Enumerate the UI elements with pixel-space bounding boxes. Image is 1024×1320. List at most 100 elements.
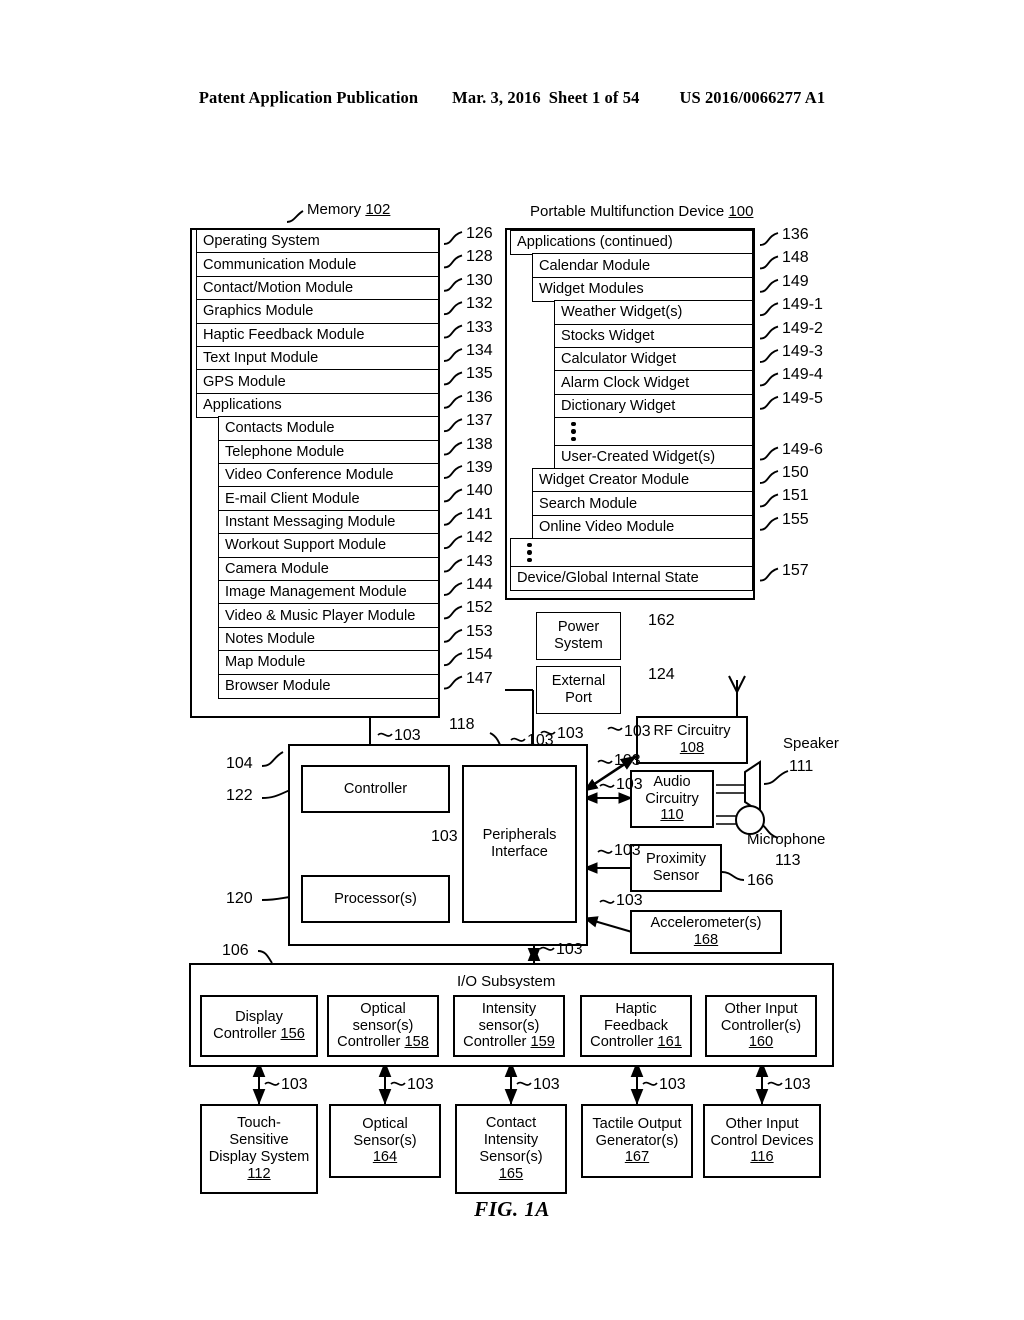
- bus-reference-number: 103: [394, 727, 421, 744]
- io-controller-line: Display: [235, 1009, 283, 1026]
- processors-block: Processor(s): [301, 875, 450, 923]
- bus-reference-number: 103: [614, 842, 641, 859]
- io-controller-line: Haptic: [615, 1000, 657, 1017]
- power-system-line1: Power: [557, 619, 600, 636]
- io-device-ref: 164: [372, 1149, 398, 1166]
- microphone-ref: 113: [775, 852, 801, 869]
- proximity-sensor-line1: Proximity: [646, 851, 706, 868]
- io-device-line: Intensity: [483, 1132, 539, 1149]
- io-device-line: Optical: [362, 1115, 408, 1132]
- io-device-line: Tactile Output: [592, 1115, 682, 1132]
- peripherals-interface-ref: 118: [449, 716, 475, 733]
- io-subsystem-label: I/O Subsystem: [457, 973, 556, 990]
- bus-reference-number: 103: [527, 732, 554, 749]
- peripherals-interface-line1: Peripherals: [482, 827, 557, 844]
- io-device-ref: 165: [498, 1165, 524, 1182]
- proximity-sensor-line2: Sensor: [652, 868, 700, 884]
- io-controller-line: Other Input: [724, 1000, 798, 1017]
- io-device-line: Sensor(s): [479, 1149, 543, 1165]
- power-system-ref: 162: [648, 612, 675, 629]
- io-controller-line: Optical: [360, 1000, 406, 1017]
- io-device-line: Contact: [485, 1115, 537, 1132]
- rf-circuitry-ref: 108: [679, 740, 705, 756]
- rf-circuitry-label: RF Circuitry: [653, 723, 731, 740]
- bus-reference-number: 103: [616, 892, 643, 909]
- io-device-ref: 167: [624, 1149, 650, 1166]
- io-controller-block: Optical sensor(s) Controller 158: [327, 995, 439, 1057]
- io-controller-block: Haptic Feedback Controller 161: [580, 995, 692, 1057]
- proximity-sensor-ref: 166: [747, 872, 774, 889]
- processors-label: Processor(s): [334, 890, 417, 907]
- io-controller-line: Controller: [213, 1026, 277, 1042]
- io-device-block: Tactile Output Generator(s) 167: [581, 1104, 693, 1178]
- io-controller-ref: 158: [404, 1034, 429, 1051]
- bus-reference-number: 103: [624, 723, 651, 740]
- io-controller-line: sensor(s): [352, 1017, 414, 1034]
- external-port-line1: External: [551, 673, 606, 690]
- bus-reference-number: 103: [659, 1076, 686, 1093]
- io-device-block: Optical Sensor(s) 164: [329, 1104, 441, 1178]
- figure-caption: FIG. 1A: [474, 1197, 550, 1221]
- accelerometer-label: Accelerometer(s): [650, 915, 762, 932]
- controller-block: Controller: [301, 765, 450, 813]
- bus-reference-number: 103: [614, 752, 641, 769]
- external-port-ref: 124: [648, 666, 675, 683]
- io-device-line: Generator(s): [595, 1132, 679, 1149]
- io-controller-line: Controller: [590, 1034, 654, 1051]
- io-controller-ref: 161: [657, 1034, 682, 1051]
- io-controller-block: Intensity sensor(s) Controller 159: [453, 995, 565, 1057]
- bus-reference-number: 103: [557, 725, 584, 742]
- io-device-line: Other Input: [725, 1115, 799, 1132]
- bus-reference-number: 103: [784, 1076, 811, 1093]
- io-device-line: Display System: [208, 1149, 310, 1165]
- io-controller-ref: 159: [530, 1034, 555, 1051]
- peripherals-interface-line2: Interface: [491, 844, 548, 860]
- io-device-block: Touch- Sensitive Display System 112: [200, 1104, 318, 1194]
- accelerometer-ref: 168: [693, 932, 719, 948]
- audio-circuitry-line1: Audio: [653, 773, 691, 790]
- bus-reference-number: 103: [407, 1076, 434, 1093]
- io-controller-lastline: Controller 156: [213, 1026, 305, 1043]
- processors-ref: 120: [226, 890, 253, 907]
- io-controller-line: Controller(s): [720, 1017, 802, 1034]
- bus-reference-number: 103: [616, 776, 643, 793]
- speaker-label: Speaker: [783, 735, 839, 752]
- audio-circuitry-ref: 110: [660, 807, 684, 824]
- controller-label: Controller: [343, 780, 408, 797]
- accelerometer-block: Accelerometer(s) 168: [630, 910, 782, 954]
- power-system-block: Power System: [536, 612, 621, 660]
- io-controller-line: Controller: [337, 1034, 401, 1051]
- io-controller-line: sensor(s): [478, 1017, 540, 1034]
- proximity-sensor-block: Proximity Sensor: [630, 844, 722, 892]
- io-device-line: Touch-: [237, 1115, 281, 1132]
- io-subsystem-ref: 106: [222, 942, 249, 959]
- power-system-line2: System: [554, 636, 603, 652]
- io-device-ref: 112: [247, 1165, 271, 1182]
- controller-ref: 122: [226, 787, 253, 804]
- io-controller-block: Other Input Controller(s) 160: [705, 995, 817, 1057]
- io-controller-line: Controller: [463, 1034, 527, 1051]
- audio-circuitry-line2: Circuitry: [645, 790, 699, 807]
- io-controller-ref: 160: [748, 1034, 774, 1051]
- io-controller-block: Display Controller 156: [200, 995, 318, 1057]
- external-port-line2: Port: [565, 690, 592, 706]
- io-device-line: Sensor(s): [353, 1132, 417, 1149]
- io-controller-line: Feedback: [603, 1017, 669, 1034]
- io-controller-lastline: Controller 159: [463, 1034, 555, 1051]
- bus-reference-number: 103: [431, 828, 458, 845]
- io-device-line: Control Devices: [710, 1132, 814, 1149]
- bus-reference-number: 103: [556, 941, 583, 958]
- io-device-block: Other Input Control Devices 116: [703, 1104, 821, 1178]
- io-device-ref: 116: [750, 1149, 774, 1166]
- io-controller-lastline: Controller(s) 160: [707, 1018, 815, 1052]
- microphone-label: Microphone: [747, 831, 826, 848]
- peripherals-interface-block: Peripherals Interface: [462, 765, 577, 923]
- cpu-group-ref: 104: [226, 755, 253, 772]
- bus-reference-number: 103: [533, 1076, 560, 1093]
- speaker-ref: 111: [789, 758, 814, 775]
- rf-circuitry-block: RF Circuitry 108: [636, 716, 748, 764]
- io-device-line: Sensitive: [229, 1132, 289, 1149]
- external-port-block: External Port: [536, 666, 621, 714]
- io-controller-line: Intensity: [481, 1000, 537, 1017]
- bus-reference-number: 103: [281, 1076, 308, 1093]
